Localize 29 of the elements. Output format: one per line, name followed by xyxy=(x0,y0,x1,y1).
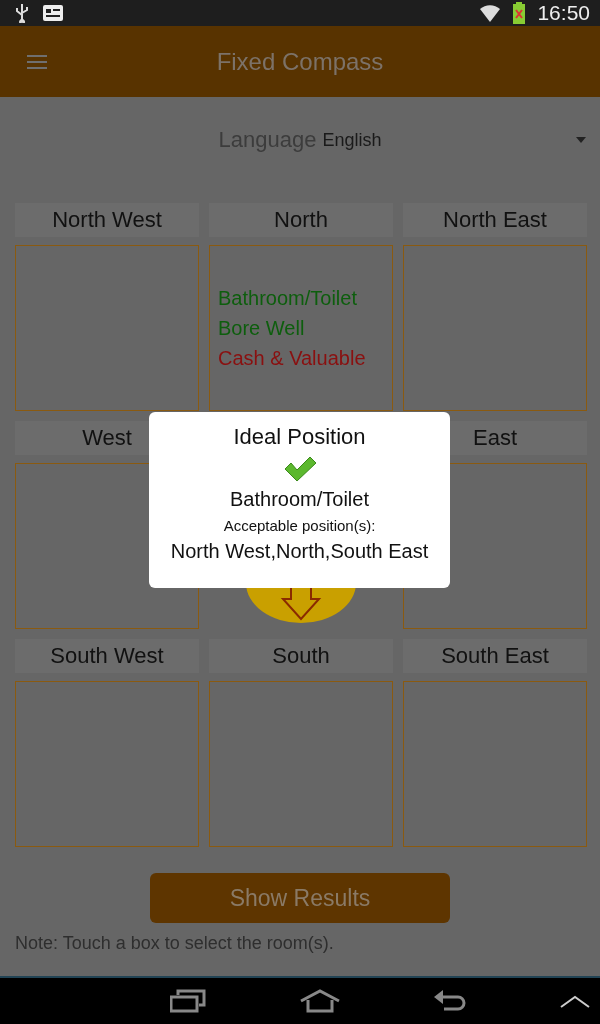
show-results-button[interactable]: Show Results xyxy=(150,873,450,923)
direction-label: North West xyxy=(15,203,199,237)
home-icon[interactable] xyxy=(300,989,340,1013)
notification-icon xyxy=(42,4,64,22)
note-text: Note: Touch a box to select the room(s). xyxy=(15,933,334,954)
recents-icon[interactable] xyxy=(170,989,206,1013)
dropdown-icon xyxy=(576,137,586,143)
dialog-title: Ideal Position xyxy=(233,424,366,450)
direction-label: South xyxy=(209,639,393,673)
back-icon[interactable] xyxy=(434,989,466,1013)
dialog-room: Bathroom/Toilet xyxy=(230,488,369,511)
room-item: Cash & Valuable xyxy=(218,346,367,371)
room-item: Bathroom/Toilet xyxy=(218,286,358,311)
direction-label: North xyxy=(209,203,393,237)
language-value: English xyxy=(322,129,382,151)
usb-icon xyxy=(14,3,30,23)
dialog-subtitle: Acceptable position(s): xyxy=(223,517,376,534)
wifi-icon xyxy=(479,2,502,24)
room-box[interactable]: Bathroom/Toilet Bore Well Cash & Valuable xyxy=(209,245,393,411)
app-title: Fixed Compass xyxy=(216,47,384,76)
chevron-up-icon[interactable] xyxy=(560,994,590,1008)
direction-label: South West xyxy=(15,639,199,673)
battery-icon xyxy=(513,2,526,24)
dialog-positions: North West,North,South East xyxy=(170,540,429,563)
checkmark-icon xyxy=(282,456,317,482)
direction-label: South East xyxy=(403,639,587,673)
direction-label: North East xyxy=(403,203,587,237)
room-item: Bore Well xyxy=(218,316,306,341)
status-time: 16:50 xyxy=(537,1,590,25)
